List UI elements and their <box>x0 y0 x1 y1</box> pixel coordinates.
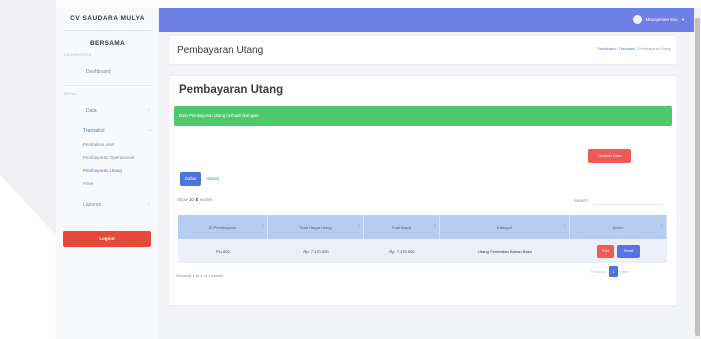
page-title: Pembayaran Utang <box>177 45 264 56</box>
cell-kategori: Utang Pembelian Bahan Baku <box>478 248 532 254</box>
sort-icon: ⇅ <box>660 224 663 228</box>
sidebar-heading-dashboard: DASHBOARD <box>64 53 92 57</box>
column-header-total-bayar[interactable]: Total Bayar ⇅ <box>364 215 440 239</box>
sidebar-heading-menu: MENU <box>64 92 77 96</box>
user-name: Manajemen keu. <box>645 17 679 22</box>
detail-button[interactable]: Detail <box>617 244 640 258</box>
page-header-card: Pembayaran Utang Dashboard / Transaksi /… <box>169 36 677 64</box>
data-table: ID Pembayaran ⇅ Total Harga Utang ⇅ Total … <box>178 215 667 263</box>
breadcrumb-current: Pembayaran Utang <box>638 47 671 51</box>
sidebar-subitem-prive[interactable]: Prive <box>83 181 93 186</box>
page-button-1[interactable]: 1 <box>608 266 618 277</box>
edit-button[interactable]: Edit <box>597 244 614 258</box>
sidebar-item-dashboard[interactable]: Dashboard <box>86 69 110 75</box>
topbar: Manajemen keu. ▾ <box>159 8 694 32</box>
cell-total-harga: Rp. 7.170.000 <box>303 248 329 254</box>
column-header-kategori[interactable]: Kategori ⇅ <box>440 215 570 239</box>
sort-icon: ⇅ <box>563 224 566 228</box>
table-row: PU-002 Rp. 7.170.000 Rp. 7.170.000 Utang… <box>178 239 667 263</box>
success-alert: Data Pembayaran Utang berhasil disimpan <box>174 106 672 126</box>
search-area: Search: <box>574 195 663 205</box>
breadcrumb-transaksi[interactable]: Transaksi <box>619 47 635 51</box>
column-header-action[interactable]: Action ⇅ <box>570 215 667 239</box>
sidebar-item-data[interactable]: Data <box>86 108 97 114</box>
sort-icon: ⇅ <box>357 224 360 228</box>
tabs: Daftar History <box>180 172 224 186</box>
card-title: Pembayaran Utang <box>179 84 284 96</box>
scrollbar[interactable] <box>694 8 701 339</box>
column-header-id[interactable]: ID Pembayaran ⇅ <box>178 215 268 239</box>
previous-page-button[interactable]: Previous <box>591 270 606 274</box>
entries-select[interactable]: 10 ⬍ <box>189 197 199 202</box>
sort-icon: ⇅ <box>433 224 436 228</box>
show-label: Show <box>177 197 188 202</box>
scrollbar-thumb[interactable] <box>695 18 700 336</box>
sidebar: CV SAUDARA MULYA BERSAMA DASHBOARD Dashb… <box>56 8 159 339</box>
add-data-button[interactable]: Tambah Data <box>588 149 631 163</box>
column-header-total-harga[interactable]: Total Harga Utang ⇅ <box>268 215 364 239</box>
chevron-right-icon: › <box>148 201 150 207</box>
user-menu[interactable]: Manajemen keu. ▾ <box>633 15 684 24</box>
main-card: Pembayaran Utang Data Pembayaran Utang b… <box>169 76 677 305</box>
breadcrumb-dashboard[interactable]: Dashboard <box>597 47 616 51</box>
sidebar-divider <box>64 30 152 31</box>
sidebar-item-laporan[interactable]: Laporan <box>83 202 101 208</box>
sidebar-subitem-pembayaran-utang[interactable]: Pembayaran Utang <box>83 168 122 173</box>
sidebar-item-transaksi[interactable]: Transaksi <box>83 128 105 134</box>
next-page-button[interactable]: Next <box>621 270 629 274</box>
search-label: Search: <box>574 197 589 203</box>
sidebar-subitem-pembelian-aset[interactable]: Pembelian Aset <box>83 142 114 147</box>
avatar <box>633 15 643 24</box>
sort-icon: ⇅ <box>261 224 264 228</box>
tab-history[interactable]: History <box>201 172 224 186</box>
sidebar-divider <box>64 85 152 86</box>
chevron-right-icon: › <box>148 107 150 113</box>
breadcrumb: Dashboard / Transaksi / Pembayaran Utang <box>597 47 671 51</box>
cell-total-bayar: Rp. 7.170.000 <box>389 248 415 254</box>
caret-down-icon: ▾ <box>681 16 684 22</box>
chevron-down-icon: ⌄ <box>148 127 153 133</box>
sidebar-brand[interactable]: CV SAUDARA MULYA <box>56 15 159 22</box>
cell-action: Edit Detail <box>570 239 667 263</box>
table-info: Showing 1 to 1 of 1 entries <box>176 273 224 278</box>
tab-daftar[interactable]: Daftar <box>180 172 202 186</box>
search-input[interactable] <box>592 195 663 205</box>
pagination: Previous 1 Next <box>591 266 629 277</box>
sidebar-company: BERSAMA <box>90 40 125 47</box>
entries-length: Show 10 ⬍ entries <box>177 197 213 203</box>
table-header: ID Pembayaran ⇅ Total Harga Utang ⇅ Total … <box>178 215 667 239</box>
cell-id: PU-002 <box>216 248 230 254</box>
logout-button[interactable]: Logout <box>63 231 151 247</box>
entries-label: entries <box>199 197 213 202</box>
sidebar-subitem-pembayaran-operasional[interactable]: Pembayaran Operasional <box>83 155 134 160</box>
